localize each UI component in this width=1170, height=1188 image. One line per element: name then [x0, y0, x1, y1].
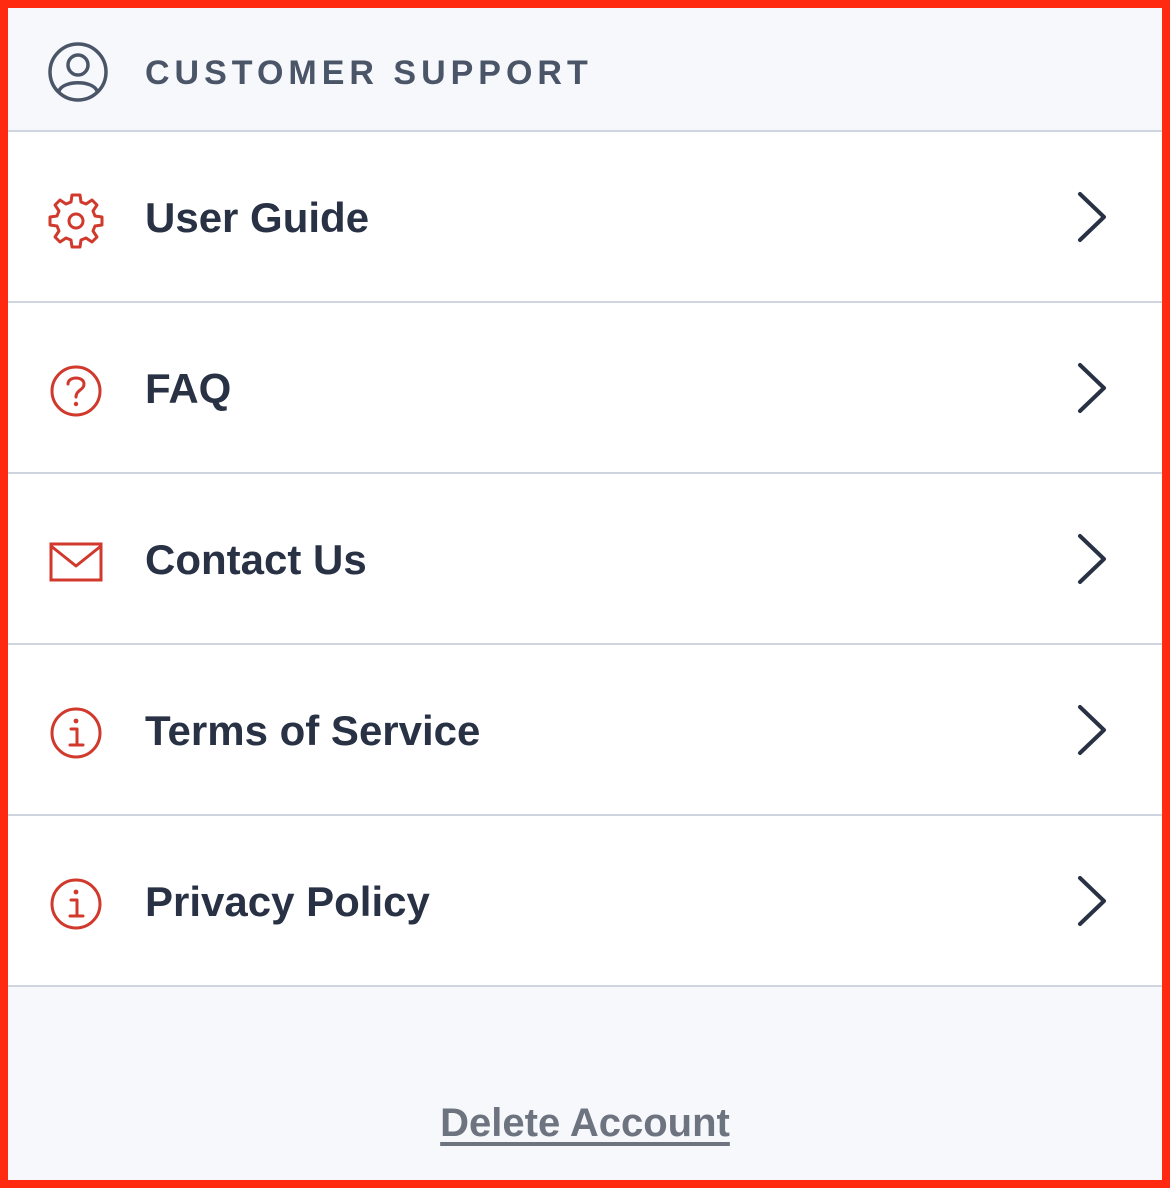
footer: Delete Account — [8, 987, 1162, 1180]
section-title: CUSTOMER SUPPORT — [145, 54, 593, 92]
menu-item-user-guide[interactable]: User Guide — [8, 132, 1162, 303]
chevron-right-icon — [1078, 363, 1106, 413]
chevron-right-icon — [1078, 876, 1106, 926]
menu-item-label: FAQ — [145, 365, 232, 412]
menu-item-contact-us[interactable]: Contact Us — [8, 474, 1162, 645]
gear-icon — [48, 193, 104, 249]
envelope-icon — [49, 542, 103, 582]
menu-item-terms-of-service[interactable]: Terms of Service — [8, 645, 1162, 816]
info-circle-icon — [50, 707, 102, 759]
menu-item-label: Privacy Policy — [145, 878, 430, 925]
customer-support-panel: CUSTOMER SUPPORT User Guide FAQ Contact … — [0, 0, 1170, 1188]
support-menu: User Guide FAQ Contact Us Terms of Servi… — [8, 132, 1162, 987]
menu-item-faq[interactable]: FAQ — [8, 303, 1162, 474]
chevron-right-icon — [1078, 534, 1106, 584]
chevron-right-icon — [1078, 192, 1106, 242]
menu-item-label: Terms of Service — [145, 707, 481, 754]
user-circle-icon — [48, 42, 108, 102]
question-circle-icon — [50, 365, 102, 417]
section-header: CUSTOMER SUPPORT — [8, 8, 1162, 132]
info-circle-icon — [50, 878, 102, 930]
delete-account-link[interactable]: Delete Account — [8, 1101, 1162, 1146]
chevron-right-icon — [1078, 705, 1106, 755]
menu-item-label: User Guide — [145, 194, 370, 241]
menu-item-label: Contact Us — [145, 536, 367, 583]
menu-item-privacy-policy[interactable]: Privacy Policy — [8, 816, 1162, 987]
